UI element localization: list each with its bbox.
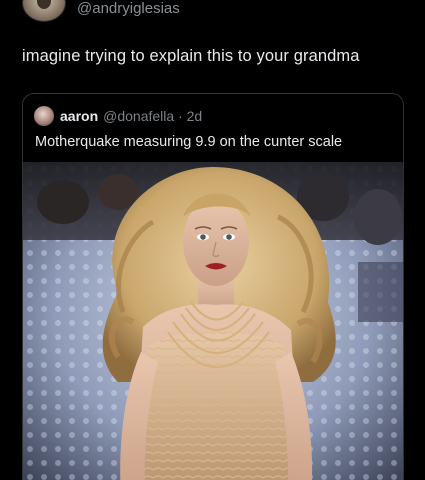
photo-illustration [23,162,403,480]
quoted-display-name[interactable]: aaron [60,108,98,124]
quoted-tweet-header: aaron @donafella · 2d [34,106,202,126]
quoted-handle-time: @donafella · 2d [103,108,203,124]
author-row[interactable]: @andryiglesias [22,0,180,22]
quoted-photo[interactable] [23,162,403,480]
quoted-avatar[interactable] [34,106,54,126]
author-handle[interactable]: @andryiglesias [77,0,180,17]
quoted-tweet-text: Motherquake measuring 9.9 on the cunter … [35,134,343,150]
avatar[interactable] [22,0,66,22]
quoted-tweet-card[interactable]: aaron @donafella · 2d Motherquake measur… [22,93,404,480]
tweet-text: imagine trying to explain this to your g… [22,47,360,65]
timeline-page: @andryiglesias imagine trying to explain… [0,0,425,480]
